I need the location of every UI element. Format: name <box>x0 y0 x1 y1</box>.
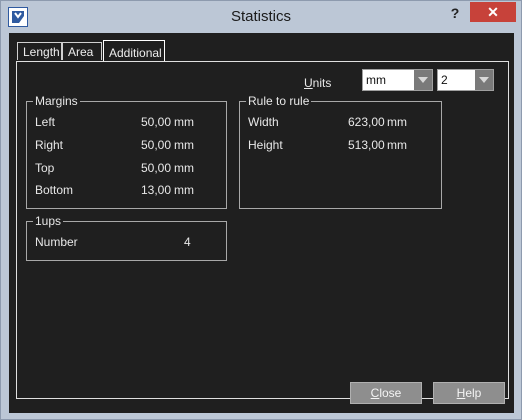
ups-number-value: 4 <box>184 235 191 249</box>
margin-right-value: 50,00 <box>141 138 172 152</box>
ups-group: 1ups Number 4 <box>26 214 227 261</box>
margins-group-title: Margins <box>33 94 80 108</box>
units-label-rest: nits <box>312 76 332 90</box>
margin-top-value: 50,00 <box>141 161 172 175</box>
margin-bottom-label: Bottom <box>35 183 74 197</box>
dialog-client-area: Length Area Additional Units mm 2 Margin… <box>9 33 514 413</box>
help-question-icon[interactable]: ? <box>441 3 469 25</box>
statistics-dialog: Statistics ? ✕ Length Area Additional Un… <box>0 0 522 420</box>
close-button-label-rest: lose <box>379 386 402 400</box>
decimals-select[interactable]: 2 <box>437 69 494 91</box>
ups-group-title: 1ups <box>33 214 64 228</box>
help-button-label-rest: elp <box>465 386 482 400</box>
units-label: Units <box>304 76 331 90</box>
margin-left-value: 50,00 <box>141 115 172 129</box>
margins-group: Margins Left 50,00 mm Right 50,00 mm Top… <box>26 94 227 209</box>
rule-to-rule-group-title: Rule to rule <box>246 94 312 108</box>
margin-top-label: Top <box>35 161 55 175</box>
rule-width-unit: mm <box>387 115 407 129</box>
units-select-value: mm <box>366 73 386 87</box>
chevron-down-icon[interactable] <box>475 70 493 90</box>
rule-height-value: 513,00 <box>348 138 385 152</box>
rule-height-unit: mm <box>387 138 407 152</box>
margin-bottom-value: 13,00 <box>141 183 172 197</box>
rule-width-value: 623,00 <box>348 115 385 129</box>
help-button[interactable]: Help <box>433 382 505 404</box>
tab-length[interactable]: Length <box>17 42 62 60</box>
tab-additional[interactable]: Additional <box>103 40 165 62</box>
margin-top-unit: mm <box>174 161 194 175</box>
close-button[interactable]: Close <box>350 382 422 404</box>
rule-height-label: Height <box>248 138 283 152</box>
title-bar[interactable]: Statistics ? ✕ <box>1 1 521 33</box>
rule-to-rule-group: Rule to rule Width 623,00 mm Height 513,… <box>239 94 442 209</box>
margin-bottom-unit: mm <box>174 183 194 197</box>
margin-left-label: Left <box>35 115 56 129</box>
chevron-down-icon[interactable] <box>414 70 432 90</box>
units-label-mnemonic: U <box>304 76 313 90</box>
tab-area[interactable]: Area <box>62 42 102 60</box>
margin-left-unit: mm <box>174 115 194 129</box>
margin-right-label: Right <box>35 138 64 152</box>
margin-right-unit: mm <box>174 138 194 152</box>
additional-tab-panel: Units mm 2 Margins Left 50,00 mm Right 5… <box>16 61 509 399</box>
decimals-select-value: 2 <box>441 73 448 87</box>
window-close-button[interactable]: ✕ <box>470 2 516 22</box>
ups-number-label: Number <box>35 235 78 249</box>
units-select[interactable]: mm <box>362 69 433 91</box>
rule-width-label: Width <box>248 115 279 129</box>
